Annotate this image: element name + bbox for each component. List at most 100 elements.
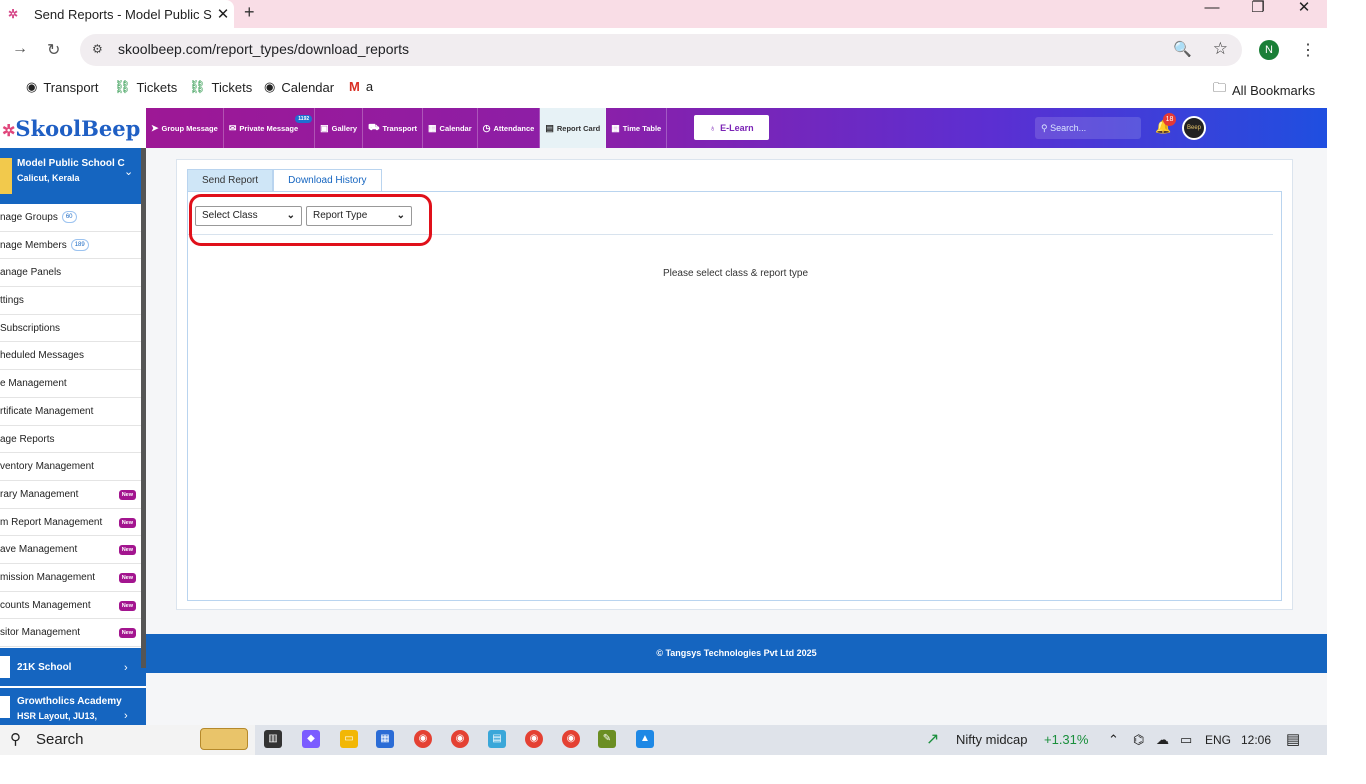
school-21k[interactable]: 21K School › [0,648,146,686]
sidebar-item[interactable]: sitor Management New [0,619,146,647]
profile-avatar[interactable]: N [1259,40,1279,60]
school-location: Calicut, Kerala [17,173,80,183]
bookmark-tickets-2[interactable]: ⛓ Tickets [189,79,252,95]
private-message-badge: 1192 [295,115,313,123]
windows-taskbar: ⚲ Search ▥ ◆ ▭ ▦ ◉ ◉ ▤ ◉ ◉ ✎ ▲ ↗ Nifty m… [0,725,1327,755]
clock[interactable]: 12:06 [1241,725,1271,755]
notification-center-icon[interactable]: ▤ [1286,725,1300,755]
globe-icon: ◉ [26,79,38,94]
nav-private-message[interactable]: ✉ Private Message 1192 [224,108,316,148]
store-icon[interactable]: ▦ [376,730,394,748]
sidebar-item[interactable]: heduled Messages [0,342,146,371]
close-tab-icon[interactable]: ✕ [212,5,234,23]
sidebar-item[interactable]: ventory Management [0,453,146,481]
search-icon: ⚲ [10,731,21,748]
new-badge: New [118,545,136,556]
site-info-icon[interactable]: ⚙ [92,42,103,56]
school-selector[interactable]: Model Public School C Calicut, Kerala ⌄ [0,148,146,204]
sidebar-item[interactable]: e Management [0,370,146,398]
sidebar-menu: nage Groups 60 nage Members 189 anage Pane… [0,204,146,647]
sidebar-item[interactable]: mission Management New [0,564,146,592]
sidebar-item[interactable]: anage Panels [0,259,146,288]
nav-gallery[interactable]: ▣ Gallery [315,108,364,148]
nav-report-card[interactable]: ▤ Report Card [540,108,607,148]
empty-state-message: Please select class & report type [662,268,809,279]
forward-icon[interactable]: → [12,40,28,58]
zoom-icon[interactable]: 🔍 [1173,40,1192,58]
nav-calendar[interactable]: ▦ Calendar [423,108,478,148]
calendar-icon: ▦ [428,122,437,133]
folder-icon: 🗀 [1213,80,1227,95]
chrome-icon[interactable]: ◉ [562,730,580,748]
sidebar-item[interactable]: nage Members 189 [0,232,146,260]
school-growtholics[interactable]: Growtholics Academy HSR Layout, JU13, › [0,688,146,725]
nav-transport[interactable]: ⛟ Transport [363,108,424,148]
chevron-right-icon[interactable]: › [124,710,128,722]
omnibox[interactable]: ⚙ skoolbeep.com/report_types/download_re… [80,34,1242,66]
ticker-name[interactable]: Nifty midcap [956,725,1028,755]
paint-icon[interactable]: ✎ [598,730,616,748]
sidebar-item[interactable]: m Report Management New [0,509,146,537]
task-view-icon[interactable]: ▥ [264,730,282,748]
new-tab-icon[interactable]: + [244,2,255,23]
school-logo [0,656,10,678]
globe-icon: ◉ [264,79,276,94]
image-icon: ▣ [320,122,329,133]
sidebar-item[interactable]: Subscriptions [0,315,146,343]
chevron-up-icon[interactable]: ⌃ [1108,725,1119,755]
battery-icon[interactable]: ▭ [1180,725,1192,755]
minimize-icon[interactable]: — [1189,0,1235,28]
sidebar-item[interactable]: nage Groups 60 [0,204,146,232]
tickets-icon: ⛓ [114,79,131,94]
app-search-input[interactable]: ⚲ Search... [1035,117,1141,139]
sidebar-item[interactable]: ave Management New [0,536,146,564]
bookmark-calendar[interactable]: ◉ Calendar [264,79,334,95]
radio-widget-icon[interactable] [200,728,248,750]
nav-attendance[interactable]: ◷ Attendance [478,108,541,148]
copilot-icon[interactable]: ◆ [302,730,320,748]
count-badge: 60 [61,211,77,224]
file-explorer-icon[interactable]: ▭ [340,730,358,748]
search-icon: ⚲ [1041,123,1051,133]
nav-time-table[interactable]: ▦ Time Table [606,108,668,148]
sidebar-item[interactable]: ttings [0,287,146,315]
cloud-icon[interactable]: ☁ [1156,725,1169,755]
top-nav: ➤ Group Message ✉ Private Message 1192 ▣ Gal… [146,108,668,148]
app-header: ✲SkoolBeep ➤ Group Message ✉ Private Messa… [0,108,1327,148]
nav-group-message[interactable]: ➤ Group Message [146,108,224,148]
bookmark-star-icon[interactable]: ☆ [1213,39,1228,59]
bookmark-tickets-1[interactable]: ⛓ Tickets [114,79,177,95]
browser-menu-icon[interactable]: ⋮ [1300,40,1316,60]
chevron-down-icon[interactable]: ⌄ [124,165,133,178]
url-text[interactable]: skoolbeep.com/report_types/download_repo… [118,41,409,57]
chrome-icon[interactable]: ◉ [525,730,543,748]
chrome-icon[interactable]: ◉ [451,730,469,748]
sidebar-item[interactable]: rary Management New [0,481,146,509]
all-bookmarks[interactable]: 🗀 All Bookmarks [1213,79,1315,101]
bookmarks-bar: ◉ Transport ⛓ Tickets ⛓ Tickets ◉ Calendar M… [0,72,1327,102]
notepad-icon[interactable]: ▤ [488,730,506,748]
tab-send-report[interactable]: Send Report [187,169,274,191]
tab-panel: Select Class ⌄ Report Type ⌄ Please sele… [187,191,1282,601]
language-indicator[interactable]: ENG [1205,725,1231,755]
reload-icon[interactable]: ↻ [47,40,60,60]
restore-icon[interactable]: ❐ [1235,0,1281,28]
bookmark-gmail[interactable]: Ma [349,79,373,94]
browser-tabstrip: ✲ Send Reports - Model Public Sc ✕ + — ❐… [0,0,1327,28]
photos-icon[interactable]: ▲ [636,730,654,748]
new-badge: New [118,489,136,500]
skoolbeep-logo[interactable]: ✲SkoolBeep [0,108,146,148]
tab-download-history[interactable]: Download History [273,169,382,191]
browser-tab[interactable]: ✲ Send Reports - Model Public Sc ✕ [0,0,234,28]
new-badge: New [118,628,136,639]
sidebar-item[interactable]: rtificate Management [0,398,146,426]
bookmark-transport[interactable]: ◉ Transport [26,79,99,95]
sidebar-item[interactable]: counts Management New [0,592,146,620]
sidebar-item[interactable]: age Reports [0,426,146,454]
network-icon[interactable]: ⌬ [1133,725,1144,755]
close-window-icon[interactable]: ✕ [1281,0,1327,28]
chevron-right-icon[interactable]: › [124,662,128,674]
user-avatar[interactable]: Beep [1182,116,1206,140]
elearn-button[interactable]: ♁ E-Learn [694,115,769,140]
chrome-icon[interactable]: ◉ [414,730,432,748]
